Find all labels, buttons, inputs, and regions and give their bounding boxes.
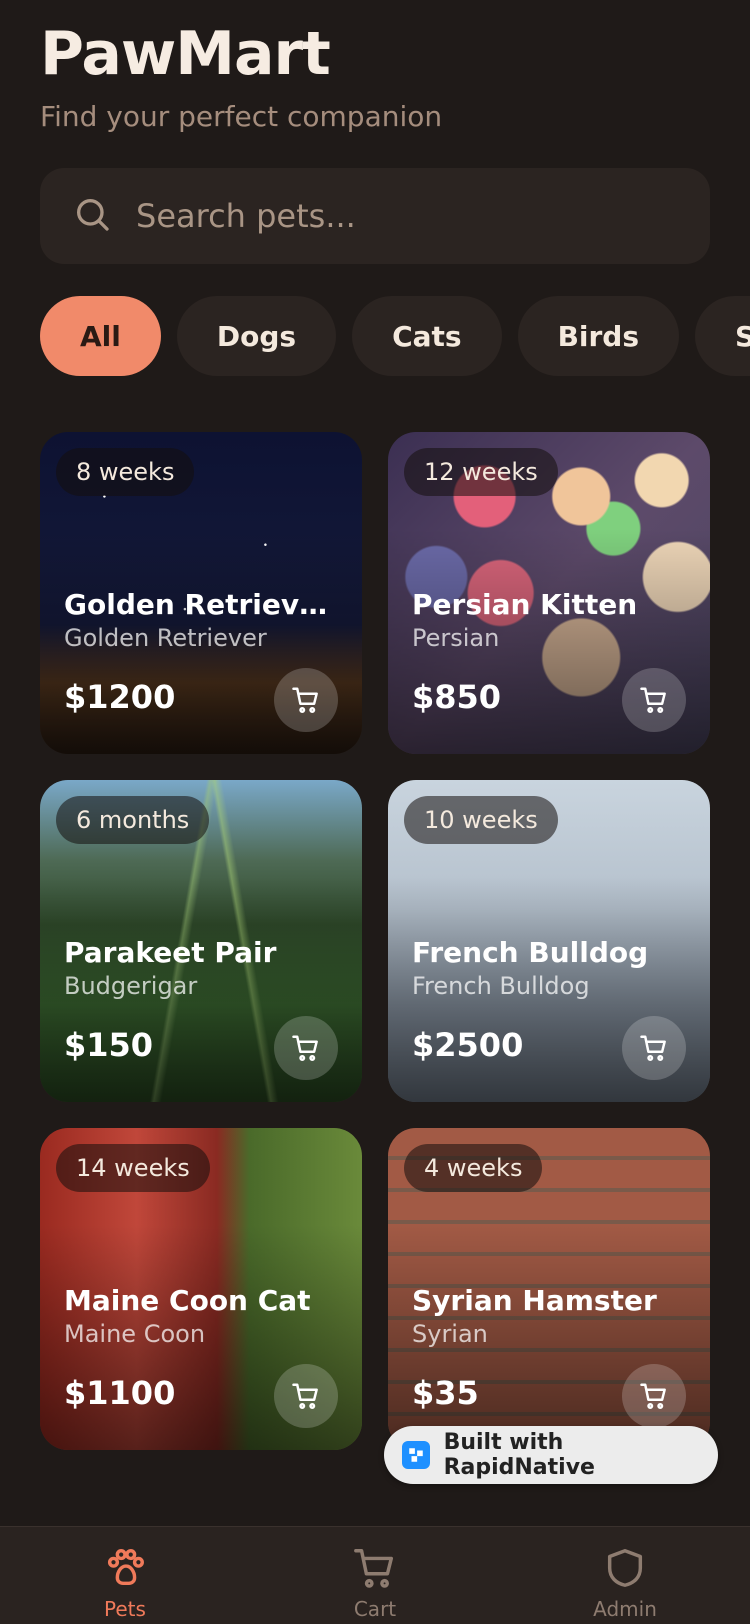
shield-icon [607,1549,643,1587]
category-filter: All Dogs Cats Birds Small Pets [40,296,750,376]
cart-icon [640,1035,666,1062]
cart-icon [292,687,318,714]
age-badge: 8 weeks [56,448,195,496]
built-with-badge[interactable]: Built with RapidNative [384,1426,718,1484]
pet-name: Persian Kitten [412,588,638,621]
pet-card[interactable]: 4 weeks Syrian Hamster Syrian $35 [388,1128,710,1450]
category-chip-dogs[interactable]: Dogs [176,296,337,376]
add-to-cart-button[interactable] [274,1016,338,1080]
search-input[interactable] [136,197,656,235]
bottom-tab-bar: Pets Cart Admin [0,1526,750,1624]
add-to-cart-button[interactable] [274,668,338,732]
add-to-cart-button[interactable] [622,668,686,732]
pet-price: $850 [412,678,502,716]
pet-grid: 8 weeks Golden Retriever Puppy Golden Re… [40,432,710,1450]
cart-icon [292,1383,318,1410]
pet-price: $1200 [64,678,176,716]
pet-name: Maine Coon Cat [64,1284,311,1317]
tab-label: Cart [353,1597,397,1621]
cart-icon [640,1383,666,1410]
pet-breed: Maine Coon [64,1320,206,1348]
pet-card[interactable]: 6 months Parakeet Pair Budgerigar $150 [40,780,362,1102]
category-chip-small-pets[interactable]: Small Pets [695,296,750,376]
tab-label: Pets [104,1597,146,1621]
tab-admin[interactable]: Admin [500,1527,750,1624]
age-badge: 4 weeks [404,1144,543,1192]
pet-card[interactable]: 12 weeks Persian Kitten Persian $850 [388,432,710,754]
age-badge: 10 weeks [404,796,558,844]
header: PawMart Find your perfect companion [40,18,442,133]
category-chip-birds[interactable]: Birds [517,296,680,376]
tab-label: Admin [593,1597,657,1621]
cart-icon [354,1549,394,1588]
add-to-cart-button[interactable] [274,1364,338,1428]
pet-price: $2500 [412,1026,524,1064]
pet-card[interactable]: 10 weeks French Bulldog French Bulldog $… [388,780,710,1102]
pet-card[interactable]: 8 weeks Golden Retriever Puppy Golden Re… [40,432,362,754]
tab-cart[interactable]: Cart [250,1527,500,1624]
category-chip-all[interactable]: All [40,296,161,376]
add-to-cart-button[interactable] [622,1364,686,1428]
app-subtitle: Find your perfect companion [40,100,443,133]
pet-card[interactable]: 14 weeks Maine Coon Cat Maine Coon $1100 [40,1128,362,1450]
age-badge: 14 weeks [56,1144,210,1192]
paw-icon [107,1549,144,1586]
pet-breed: Syrian [412,1320,488,1348]
cart-icon [640,687,666,714]
pet-name: French Bulldog [412,936,649,969]
pet-breed: Golden Retriever [64,624,267,652]
rapidnative-logo-icon [402,1441,430,1469]
age-badge: 12 weeks [404,448,558,496]
category-chip-cats[interactable]: Cats [352,296,502,376]
pet-price: $150 [64,1026,154,1064]
pet-name: Syrian Hamster [412,1284,657,1317]
pet-breed: Budgerigar [64,972,198,1000]
pet-breed: French Bulldog [412,972,590,1000]
app-title: PawMart [40,19,331,89]
badge-label: Built with RapidNative [443,1430,595,1480]
pet-price: $35 [412,1374,479,1412]
pet-name: Parakeet Pair [64,936,277,969]
age-badge: 6 months [56,796,210,844]
search-icon [72,194,112,238]
cart-icon [292,1035,318,1062]
search-bar[interactable] [40,168,710,264]
pet-name: Golden Retriever Puppy [64,588,344,621]
pet-breed: Persian [412,624,500,652]
add-to-cart-button[interactable] [622,1016,686,1080]
pet-price: $1100 [64,1374,176,1412]
tab-pets[interactable]: Pets [0,1527,250,1624]
